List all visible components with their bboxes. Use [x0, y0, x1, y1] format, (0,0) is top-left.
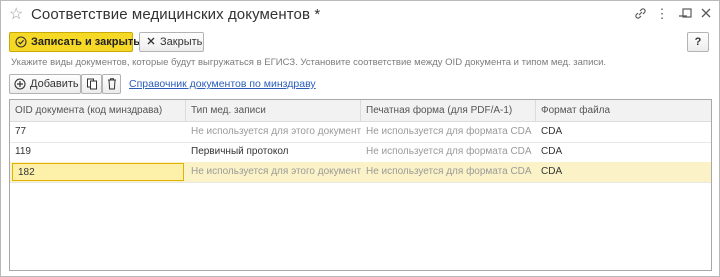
window-title: Соответствие медицинских документов * [31, 6, 321, 23]
close-icon[interactable] [699, 7, 713, 21]
trash-icon [106, 75, 118, 98]
add-button[interactable]: Добавить [9, 74, 81, 94]
cell-oid: 77 [15, 126, 27, 137]
save-and-close-button[interactable]: Записать и закрыть [9, 32, 140, 52]
column-header-oid[interactable]: OID документа (код минздрава) [10, 100, 186, 121]
command-bar: Записать и закрыть Закрыть ? [1, 32, 719, 52]
column-header-file-format[interactable]: Формат файла [536, 100, 711, 121]
title-bar: ☆ Соответствие медицинских документов * … [1, 1, 719, 29]
cell-print-form: Не используется для формата CDA [366, 146, 532, 157]
table-row-selected[interactable]: 182 Не используется для этого документа … [10, 162, 711, 183]
favorite-star-icon[interactable]: ☆ [9, 6, 23, 24]
form-window: ☆ Соответствие медицинских документов * … [0, 0, 720, 277]
cell-record-type: Первичный протокол [191, 146, 289, 157]
ministry-documents-link[interactable]: Справочник документов по минздраву [129, 78, 316, 90]
table-header: OID документа (код минздрава) Тип мед. з… [10, 100, 711, 122]
cell-oid: 119 [15, 146, 31, 157]
close-label: Закрыть [160, 36, 203, 48]
maximize-icon[interactable] [677, 7, 692, 21]
documents-table: OID документа (код минздрава) Тип мед. з… [9, 99, 712, 271]
cell-oid-active[interactable]: 182 [12, 163, 184, 181]
checkmark-circle-icon [15, 33, 27, 56]
delete-button[interactable] [102, 74, 121, 94]
table-row[interactable]: 119 Первичный протокол Не используется д… [10, 142, 711, 163]
table-row[interactable]: 77 Не используется для этого документа Н… [10, 122, 711, 143]
plus-circle-icon [14, 75, 26, 98]
close-x-icon [146, 33, 156, 56]
instruction-text: Укажите виды документов, которые будут в… [11, 57, 607, 68]
cell-print-form: Не используется для формата CDA [366, 166, 532, 177]
cell-print-form: Не используется для формата CDA [366, 126, 532, 137]
cell-record-type: Не используется для этого документа [191, 126, 361, 137]
help-label: ? [694, 36, 702, 48]
close-button[interactable]: Закрыть [139, 32, 204, 52]
copy-button[interactable] [81, 74, 102, 94]
cell-record-type: Не используется для этого документа [191, 166, 361, 177]
help-button[interactable]: ? [687, 32, 709, 52]
column-header-record-type[interactable]: Тип мед. записи [186, 100, 361, 121]
save-and-close-label: Записать и закрыть [31, 36, 141, 48]
add-label: Добавить [30, 78, 79, 90]
cell-file-format: CDA [541, 146, 563, 157]
link-icon[interactable] [633, 7, 647, 21]
more-icon[interactable]: ⋮ [655, 7, 669, 21]
cell-file-format: CDA [541, 126, 563, 137]
copy-icon [86, 75, 98, 98]
cell-file-format: CDA [541, 166, 563, 177]
column-header-print-form[interactable]: Печатная форма (для PDF/A-1) [361, 100, 536, 121]
